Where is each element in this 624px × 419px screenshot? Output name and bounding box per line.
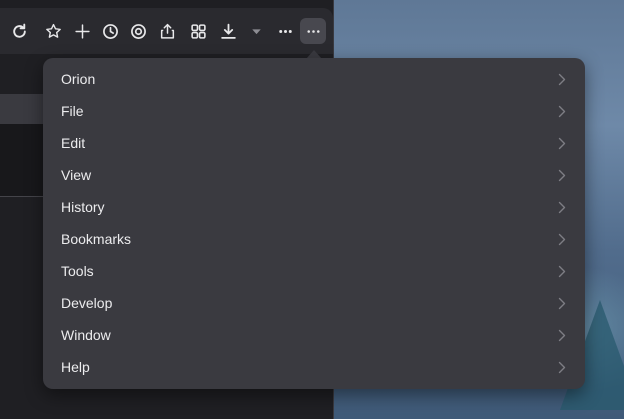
browser-toolbar (0, 8, 333, 54)
menu-item-edit[interactable]: Edit (43, 127, 585, 159)
chevron-right-icon (557, 72, 567, 86)
chevron-right-icon (557, 136, 567, 150)
menu-item-label: Orion (61, 71, 96, 87)
plus-icon[interactable] (69, 18, 95, 44)
menu-item-view[interactable]: View (43, 159, 585, 191)
menu-item-label: Window (61, 327, 111, 343)
menu-item-label: Tools (61, 263, 94, 279)
chevron-right-icon (557, 104, 567, 118)
menu-item-bookmarks[interactable]: Bookmarks (43, 223, 585, 255)
clock-icon[interactable] (97, 18, 123, 44)
menu-item-tools[interactable]: Tools (43, 255, 585, 287)
caret-down-icon[interactable] (243, 18, 269, 44)
menu-item-orion[interactable]: Orion (43, 63, 585, 95)
menu-item-label: History (61, 199, 105, 215)
reload-icon[interactable] (6, 18, 32, 44)
menu-item-label: Bookmarks (61, 231, 132, 247)
grid-icon[interactable] (185, 18, 211, 44)
overflow-menu: Orion File Edit View History Bookmarks T… (43, 58, 585, 389)
overflow-menu-icon[interactable] (300, 18, 326, 44)
menu-item-window[interactable]: Window (43, 319, 585, 351)
menu-item-label: File (61, 103, 84, 119)
chevron-right-icon (557, 360, 567, 374)
target-icon[interactable] (125, 18, 151, 44)
menu-item-history[interactable]: History (43, 191, 585, 223)
menu-item-develop[interactable]: Develop (43, 287, 585, 319)
chevron-right-icon (557, 168, 567, 182)
chevron-right-icon (557, 264, 567, 278)
star-icon[interactable] (40, 18, 66, 44)
menu-item-label: View (61, 167, 92, 183)
menu-item-label: Develop (61, 295, 113, 311)
menu-item-label: Edit (61, 135, 86, 151)
share-icon[interactable] (154, 18, 180, 44)
menu-item-help[interactable]: Help (43, 351, 585, 383)
more-dots-icon[interactable] (272, 18, 298, 44)
chevron-right-icon (557, 232, 567, 246)
chevron-right-icon (557, 328, 567, 342)
chevron-right-icon (557, 200, 567, 214)
menu-item-label: Help (61, 359, 90, 375)
download-icon[interactable] (215, 18, 241, 44)
menu-item-file[interactable]: File (43, 95, 585, 127)
chevron-right-icon (557, 296, 567, 310)
